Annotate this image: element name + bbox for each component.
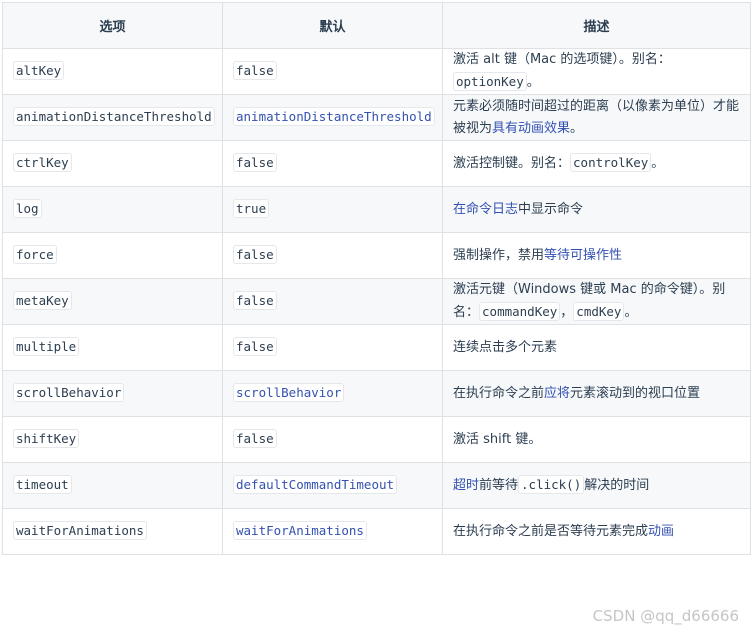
option-code: ctrlKey [13, 153, 72, 172]
description-link[interactable]: 具有动画效果 [492, 121, 570, 136]
option-code: altKey [13, 61, 65, 80]
default-link[interactable]: animationDistanceThreshold [233, 107, 435, 126]
default-cell: false [222, 48, 443, 95]
header-default: 默认 [222, 2, 443, 49]
description-text: 前等待 [479, 478, 519, 493]
table-row: force false 强制操作，禁用等待可操作性 [2, 232, 751, 279]
header-description: 描述 [442, 2, 751, 49]
description-text: 。 [570, 120, 584, 136]
watermark: CSDN @qq_d66666 [592, 607, 739, 625]
default-cell: waitForAnimations [222, 508, 443, 555]
description-cell: 激活 alt 键（Mac 的选项键）。别名： optionKey。 [442, 48, 751, 95]
description-text: ， [560, 305, 574, 320]
default-link[interactable]: scrollBehavior [233, 383, 345, 402]
default-cell: scrollBehavior [222, 370, 443, 417]
default-cell: animationDistanceThreshold [222, 94, 443, 141]
description-link[interactable]: 超时 [453, 478, 479, 493]
option-code: timeout [13, 475, 72, 494]
option-cell: ctrlKey [2, 140, 223, 187]
description-cell: 连续点击多个元素 [442, 324, 751, 371]
default-code: false [233, 429, 277, 448]
description-text: 激活 alt 键（Mac 的选项键）。别名： [453, 52, 671, 67]
description-link[interactable]: 动画 [648, 524, 674, 539]
default-code: false [233, 291, 277, 310]
option-cell: altKey [2, 48, 223, 95]
option-code: multiple [13, 337, 80, 356]
description-cell: 超时前等待 .click() 解决的时间 [442, 462, 751, 509]
description-text: 中显示命令 [518, 201, 584, 217]
description-code: cmdKey [573, 302, 625, 321]
description-code: controlKey [570, 153, 652, 172]
options-table: 选项 默认 描述 altKey false 激活 alt 键（Mac 的选项键）… [2, 2, 751, 555]
option-code: log [13, 199, 42, 218]
table-row: scrollBehavior scrollBehavior 在执行命令之前应将元… [2, 370, 751, 417]
table-row: waitForAnimations waitForAnimations 在执行命… [2, 508, 751, 555]
table-row: ctrlKey false 激活控制键。别名： controlKey。 [2, 140, 751, 187]
option-code: animationDistanceThreshold [13, 107, 215, 126]
option-code: force [13, 245, 57, 264]
default-code: false [233, 337, 277, 356]
description-text: 。 [624, 305, 638, 320]
table-row: timeout defaultCommandTimeout 超时前等待 .clic… [2, 462, 751, 509]
default-cell: false [222, 278, 443, 325]
default-cell: false [222, 232, 443, 279]
option-code: scrollBehavior [13, 383, 125, 402]
description-text: 。 [651, 156, 665, 171]
description-link[interactable]: 等待可操作性 [544, 248, 622, 263]
option-code: waitForAnimations [13, 521, 147, 540]
option-code: metaKey [13, 291, 72, 310]
description-code: .click() [518, 475, 585, 494]
default-cell: false [222, 416, 443, 463]
table-row: log true 在命令日志中显示命令 [2, 186, 751, 233]
description-cell: 在执行命令之前是否等待元素完成动画 [442, 508, 751, 555]
description-code: commandKey [479, 302, 561, 321]
default-cell: defaultCommandTimeout [222, 462, 443, 509]
default-code: false [233, 61, 277, 80]
description-text: 激活 shift 键。 [453, 431, 542, 447]
table-row: multiple false 连续点击多个元素 [2, 324, 751, 371]
description-cell: 强制操作，禁用等待可操作性 [442, 232, 751, 279]
option-cell: waitForAnimations [2, 508, 223, 555]
default-code: false [233, 245, 277, 264]
option-cell: shiftKey [2, 416, 223, 463]
description-text: 激活控制键。别名： [453, 156, 571, 171]
description-cell: 元素必须随时间超过的距离（以像素为单位）才能被视为具有动画效果。 [442, 94, 751, 141]
table-row: altKey false 激活 alt 键（Mac 的选项键）。别名： optio… [2, 48, 751, 95]
description-link[interactable]: 应将 [544, 386, 570, 401]
description-text: 解决的时间 [584, 478, 650, 493]
description-code: optionKey [453, 72, 527, 91]
description-text: 在执行命令之前是否等待元素完成 [453, 523, 649, 539]
description-text: 在执行命令之前 [453, 385, 545, 401]
default-cell: true [222, 186, 443, 233]
option-code: shiftKey [13, 429, 80, 448]
description-text: 。 [526, 75, 540, 90]
table-header-row: 选项 默认 描述 [2, 2, 751, 49]
table-row: metaKey false 激活元键（Windows 键或 Mac 的命令键）。… [2, 278, 751, 325]
description-cell: 激活元键（Windows 键或 Mac 的命令键）。别名： commandKey，… [442, 278, 751, 325]
option-cell: metaKey [2, 278, 223, 325]
description-link[interactable]: 在命令日志 [453, 202, 518, 217]
description-cell: 激活控制键。别名： controlKey。 [442, 140, 751, 187]
option-cell: log [2, 186, 223, 233]
default-link[interactable]: waitForAnimations [233, 521, 367, 540]
description-text: 强制操作，禁用 [453, 247, 545, 263]
description-cell: 在执行命令之前应将元素滚动到的视口位置 [442, 370, 751, 417]
option-cell: scrollBehavior [2, 370, 223, 417]
description-text: 元素滚动到的视口位置 [570, 385, 701, 401]
option-cell: animationDistanceThreshold [2, 94, 223, 141]
option-cell: force [2, 232, 223, 279]
table-row: shiftKey false 激活 shift 键。 [2, 416, 751, 463]
default-cell: false [222, 324, 443, 371]
default-code: true [233, 199, 270, 218]
description-cell: 激活 shift 键。 [442, 416, 751, 463]
description-cell: 在命令日志中显示命令 [442, 186, 751, 233]
description-text: 连续点击多个元素 [453, 339, 558, 355]
option-cell: timeout [2, 462, 223, 509]
default-cell: false [222, 140, 443, 187]
header-option: 选项 [2, 2, 223, 49]
default-code: false [233, 153, 277, 172]
default-link[interactable]: defaultCommandTimeout [233, 475, 398, 494]
option-cell: multiple [2, 324, 223, 371]
table-row: animationDistanceThreshold animationDist… [2, 94, 751, 141]
